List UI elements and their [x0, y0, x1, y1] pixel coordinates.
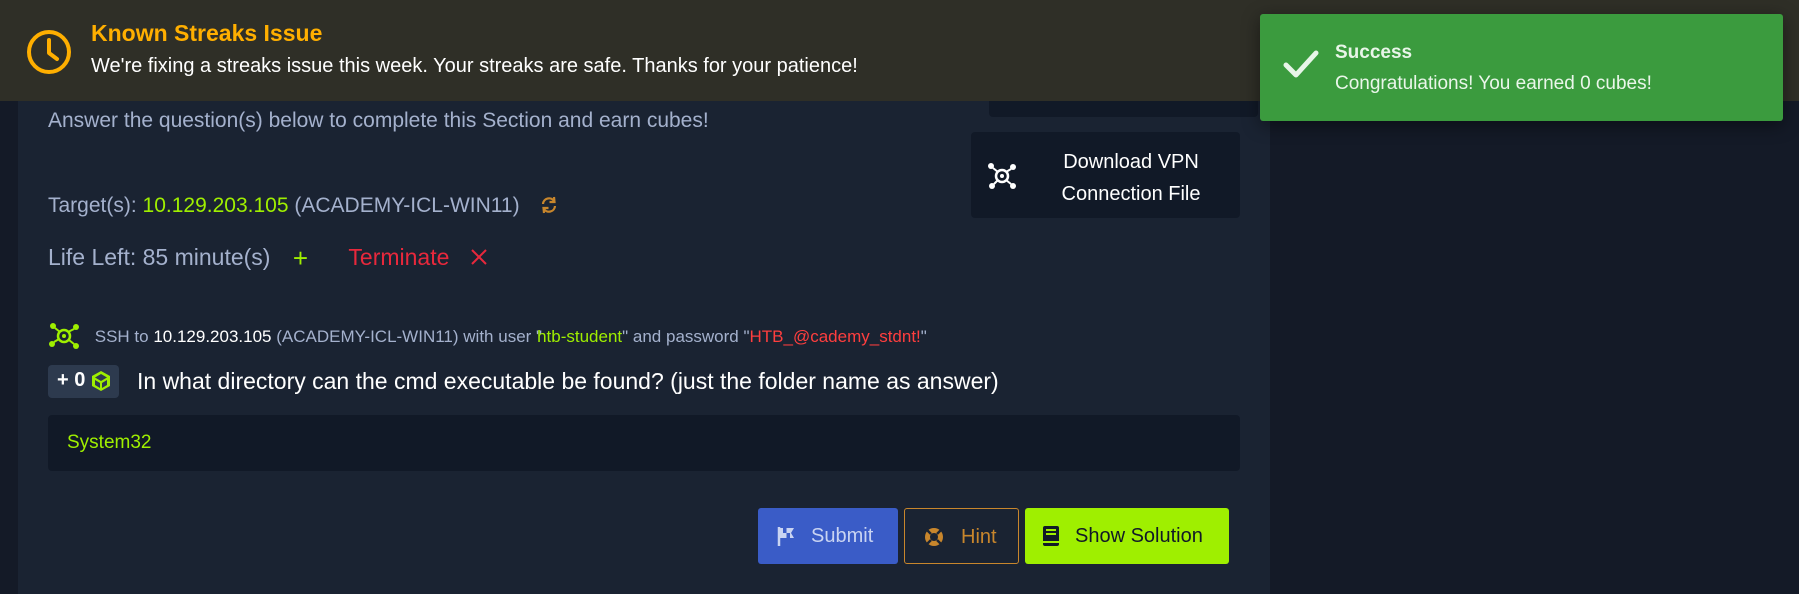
ssh-host: (ACADEMY-ICL-WIN11): [276, 327, 459, 346]
show-solution-label: Show Solution: [1075, 525, 1203, 547]
download-vpn-button[interactable]: Download VPN Connection File: [971, 132, 1240, 218]
submit-button[interactable]: Submit: [758, 508, 898, 564]
ssh-user: htb-student: [537, 327, 623, 346]
target-row: Target(s): 10.129.203.105 (ACADEMY-ICL-W…: [48, 194, 559, 218]
success-toast[interactable]: Success Congratulations! You earned 0 cu…: [1260, 14, 1783, 121]
ssh-suffix: ": [920, 327, 927, 346]
vpn-network-icon: [988, 163, 1016, 189]
hint-button[interactable]: Hint: [904, 508, 1019, 564]
section-intro: Answer the question(s) below to complete…: [48, 109, 709, 132]
life-row: Life Left: 85 minute(s) + Terminate: [48, 243, 488, 274]
clock-icon: [27, 30, 71, 74]
ssh-ip: 10.129.203.105: [153, 327, 272, 346]
target-ip: 10.129.203.105: [142, 194, 289, 217]
vpn-label: Download VPN Connection File: [1061, 151, 1201, 205]
toast-title: Success: [1335, 42, 1413, 63]
answer-input[interactable]: System32: [48, 415, 1240, 471]
ssh-prefix: SSH to: [94, 327, 149, 346]
target-host: (ACADEMY-ICL-WIN11): [294, 194, 520, 217]
banner-message: We're fixing a streaks issue this week. …: [91, 55, 858, 77]
submit-label: Submit: [811, 525, 874, 547]
cubes-count: + 0: [57, 369, 86, 391]
hint-label: Hint: [961, 526, 997, 548]
checkmark-icon: [1283, 50, 1319, 78]
extend-life-button[interactable]: +: [293, 243, 308, 274]
terminate-button[interactable]: Terminate: [348, 244, 487, 271]
ssh-pass-prefix: " and password ": [622, 327, 750, 346]
show-solution-button[interactable]: Show Solution: [1025, 508, 1229, 564]
terminate-label: Terminate: [348, 244, 450, 270]
lifebuoy-icon: [925, 528, 943, 546]
refresh-icon[interactable]: [539, 195, 559, 215]
ssh-password: HTB_@cademy_stdnt!: [749, 327, 921, 346]
banner-title: Known Streaks Issue: [91, 20, 323, 46]
cube-icon: [92, 371, 110, 391]
ssh-network-icon: [49, 323, 79, 349]
ssh-instructions: SSH to 10.129.203.105 (ACADEMY-ICL-WIN11…: [48, 322, 927, 350]
flag-icon: [777, 527, 794, 546]
answer-value: System32: [67, 432, 152, 453]
target-label: Target(s):: [48, 194, 137, 217]
cubes-badge: + 0: [48, 365, 119, 398]
life-left-label: Life Left: 85 minute(s): [48, 244, 271, 270]
question-text: In what directory can the cmd executable…: [137, 368, 999, 394]
ssh-user-prefix: with user ": [463, 327, 543, 346]
close-icon: [471, 249, 487, 265]
book-icon: [1043, 526, 1059, 546]
toast-message: Congratulations! You earned 0 cubes!: [1335, 73, 1652, 94]
